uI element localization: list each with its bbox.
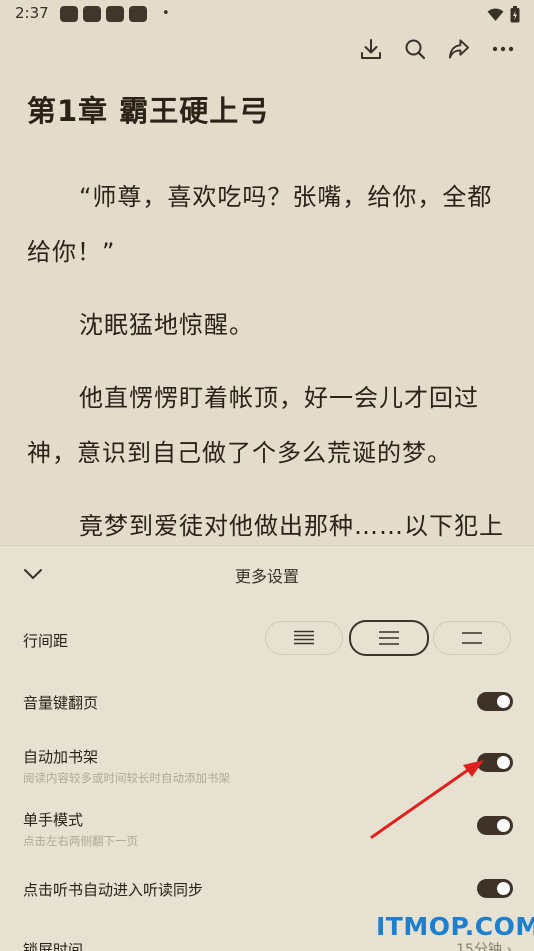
chapter-content: “师尊，喜欢吃吗？张嘴，给你，全都给你！” 沈眠猛地惊醒。 他直愣愣盯着帐顶，好… [27,170,509,572]
toggle-knob [497,819,510,832]
paragraph: “师尊，喜欢吃吗？张嘴，给你，全都给你！” [27,183,493,266]
app-notification-icon [60,6,78,22]
watermark: ITMOP.COM [376,912,534,941]
sheet-title: 更多设置 [234,567,299,586]
status-bar: 2:37 • [0,0,534,28]
more-settings-sheet: 更多设置 行间距 音量键翻页 自动加书架 阅读内容较多或时间较长时自动添加书架 … [0,545,534,951]
auto-bookshelf-toggle[interactable] [477,753,513,772]
toggle-knob [497,756,510,769]
paragraph: 他直愣愣盯着帐顶，好一会儿才回过神，意识到自己做了个多么荒诞的梦。 [27,384,479,467]
auto-bookshelf-label: 自动加书架 [23,748,99,766]
volume-key-toggle[interactable] [477,692,513,711]
app-notification-icon [83,6,101,22]
listen-sync-label: 点击听书自动进入听读同步 [23,881,204,899]
more-notifications-dot: • [162,6,170,21]
search-icon[interactable] [404,36,426,62]
sheet-header: 更多设置 [0,546,534,602]
medium-spacing-icon [379,631,399,645]
battery-icon [510,6,520,23]
line-spacing-label: 行间距 [23,632,69,650]
reader-toolbar [360,36,514,62]
listen-sync-toggle[interactable] [477,879,513,898]
volume-key-label: 音量键翻页 [23,694,99,712]
volume-key-row: 音量键翻页 [23,692,513,716]
download-icon[interactable] [360,36,382,62]
wifi-icon [487,8,504,21]
medium-spacing-button[interactable] [349,620,429,656]
auto-bookshelf-row: 自动加书架 阅读内容较多或时间较长时自动添加书架 [23,746,513,786]
share-icon[interactable] [448,36,470,62]
one-hand-description: 点击左右两侧翻下一页 [23,834,138,848]
narrow-spacing-icon [294,630,314,645]
wide-spacing-button[interactable] [433,621,511,655]
chapter-title: 第1章 霸王硬上弓 [27,94,270,128]
auto-bookshelf-description: 阅读内容较多或时间较长时自动添加书架 [23,771,230,785]
more-icon[interactable] [492,36,514,62]
one-hand-label: 单手模式 [23,811,84,829]
line-spacing-row: 行间距 [23,620,513,664]
app-notification-icon [129,6,147,22]
app-notification-icon [106,6,124,22]
toggle-knob [497,695,510,708]
one-hand-toggle[interactable] [477,816,513,835]
paragraph: 沈眠猛地惊醒。 [79,311,254,339]
wide-spacing-icon [462,632,482,644]
toggle-knob [497,882,510,895]
narrow-spacing-button[interactable] [265,621,343,655]
listen-sync-row: 点击听书自动进入听读同步 [23,879,513,903]
status-time: 2:37 [15,4,49,22]
one-hand-row: 单手模式 点击左右两侧翻下一页 [23,809,513,849]
lock-screen-label[interactable]: 锁屏时间 [23,939,83,951]
notification-icons [60,6,147,22]
